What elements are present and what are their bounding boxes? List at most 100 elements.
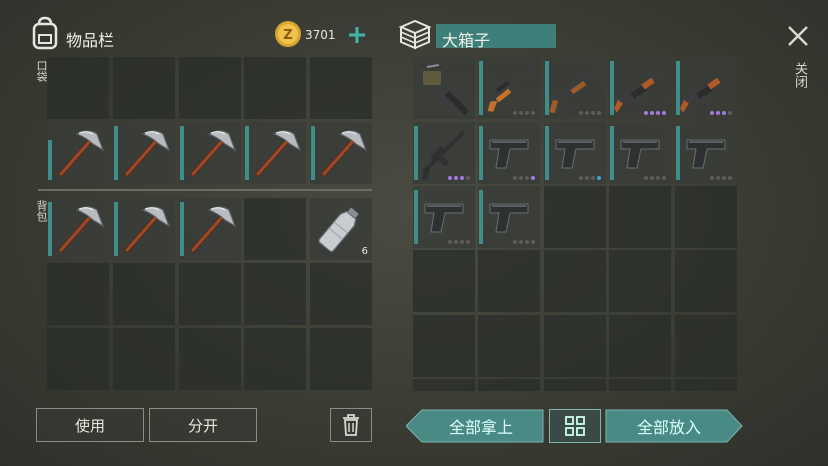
empty-slot[interactable] <box>413 315 475 377</box>
empty-slot[interactable] <box>675 379 737 391</box>
chest-icon <box>398 18 432 50</box>
quality-dots <box>579 111 601 115</box>
empty-slot[interactable] <box>609 315 671 377</box>
chest-slot-m16-rifle[interactable] <box>413 122 475 184</box>
inventory-slot-bottle[interactable]: 6 <box>310 198 372 260</box>
empty-slot[interactable] <box>478 250 540 312</box>
pickaxe-icon <box>113 122 175 184</box>
chest-slot-sniper-rifle[interactable] <box>478 57 540 119</box>
empty-slot[interactable] <box>113 328 175 390</box>
chest-slot-pistol[interactable] <box>478 186 540 248</box>
empty-slot[interactable] <box>179 57 241 119</box>
inventory-slot-pickaxe[interactable] <box>47 122 109 184</box>
empty-slot[interactable] <box>544 186 606 248</box>
quality-dots <box>513 111 535 115</box>
assault-rifle-icon <box>675 57 737 119</box>
pickaxe-icon <box>179 122 241 184</box>
item-count: 6 <box>361 246 368 257</box>
inventory-slot-pickaxe[interactable] <box>179 122 241 184</box>
inventory-slot-pickaxe[interactable] <box>47 198 109 260</box>
inventory-slot-pickaxe[interactable] <box>113 122 175 184</box>
split-button[interactable]: 分开 <box>149 408 257 442</box>
quality-dots <box>579 176 601 180</box>
quality-dots <box>513 240 535 244</box>
inventory-slot-pickaxe[interactable] <box>113 198 175 260</box>
use-button[interactable]: 使用 <box>36 408 144 442</box>
pistol-icon <box>544 122 606 184</box>
empty-slot[interactable] <box>244 57 306 119</box>
empty-slot[interactable] <box>675 186 737 248</box>
put-all-label: 全部放入 <box>636 418 701 437</box>
m16-rifle-icon <box>413 122 475 184</box>
quality-dots <box>710 111 732 115</box>
quality-dots <box>710 176 732 180</box>
empty-slot[interactable] <box>113 263 175 325</box>
empty-slot[interactable] <box>244 328 306 390</box>
coin-icon: Z <box>274 20 302 48</box>
chest-slot-shotgun[interactable] <box>544 57 606 119</box>
chest-slot-assault-rifle[interactable] <box>675 57 737 119</box>
quality-dots <box>644 111 666 115</box>
empty-slot[interactable] <box>675 315 737 377</box>
empty-slot[interactable] <box>544 250 606 312</box>
inventory-slot-pickaxe[interactable] <box>179 198 241 260</box>
empty-slot[interactable] <box>310 57 372 119</box>
trash-button[interactable] <box>330 408 372 442</box>
empty-slot[interactable] <box>244 263 306 325</box>
empty-slot[interactable] <box>113 57 175 119</box>
chest-title: 大箱子 <box>442 31 491 50</box>
pistol-icon <box>675 122 737 184</box>
chest-slot-pistol[interactable] <box>609 122 671 184</box>
empty-slot[interactable] <box>310 263 372 325</box>
empty-slot[interactable] <box>675 250 737 312</box>
empty-slot[interactable] <box>179 328 241 390</box>
close-label[interactable]: 关闭 <box>790 62 809 88</box>
pickaxe-icon <box>113 198 175 260</box>
empty-slot[interactable] <box>609 250 671 312</box>
assault-rifle-icon <box>609 57 671 119</box>
quality-dots <box>448 176 470 180</box>
empty-slot[interactable] <box>609 186 671 248</box>
empty-slot[interactable] <box>544 379 606 391</box>
empty-slot[interactable] <box>179 263 241 325</box>
empty-slot[interactable] <box>244 198 306 260</box>
empty-slot[interactable] <box>47 57 109 119</box>
chest-slot-pistol[interactable] <box>478 122 540 184</box>
sniper-rifle-icon <box>478 57 540 119</box>
backpack-icon <box>30 16 60 50</box>
chest-slot-pistol[interactable] <box>544 122 606 184</box>
inventory-slot-pickaxe[interactable] <box>310 122 372 184</box>
empty-slot[interactable] <box>310 328 372 390</box>
chest-slot-turret[interactable] <box>413 57 475 119</box>
chest-slot-assault-rifle[interactable] <box>609 57 671 119</box>
pickaxe-icon <box>179 198 241 260</box>
quality-dots <box>513 176 535 180</box>
section-divider <box>38 189 372 191</box>
empty-slot[interactable] <box>478 379 540 391</box>
empty-slot[interactable] <box>478 315 540 377</box>
pickaxe-icon <box>47 198 109 260</box>
coin-count: 3701 <box>305 28 336 42</box>
empty-slot[interactable] <box>47 263 109 325</box>
close-button[interactable] <box>784 22 812 50</box>
turret-icon <box>413 57 475 119</box>
take-all-button[interactable]: 全部拿上 <box>406 409 544 443</box>
add-coins-button[interactable] <box>344 24 370 46</box>
empty-slot[interactable] <box>47 328 109 390</box>
plus-icon <box>349 27 365 43</box>
pistol-icon <box>609 122 671 184</box>
sort-button[interactable] <box>549 409 601 443</box>
put-all-button[interactable]: 全部放入 <box>605 409 743 443</box>
pickaxe-icon <box>244 122 306 184</box>
chest-slot-pistol[interactable] <box>413 186 475 248</box>
empty-slot[interactable] <box>413 250 475 312</box>
empty-slot[interactable] <box>413 379 475 391</box>
inventory-title: 物品栏 <box>66 31 115 50</box>
empty-slot[interactable] <box>609 379 671 391</box>
inventory-slot-pickaxe[interactable] <box>244 122 306 184</box>
chest-slot-pistol[interactable] <box>675 122 737 184</box>
quality-dots <box>448 240 470 244</box>
empty-slot[interactable] <box>544 315 606 377</box>
svg-text:Z: Z <box>283 28 292 43</box>
shotgun-icon <box>544 57 606 119</box>
